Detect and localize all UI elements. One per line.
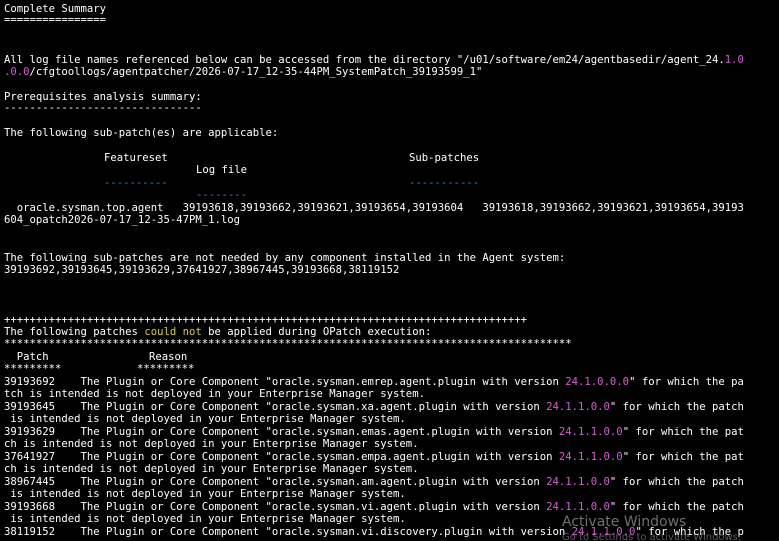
patch-version: 24.1.1.0.0 [546, 476, 610, 488]
patch-line-cont: ch is intended is not deployed in your E… [4, 463, 419, 475]
dash-subpatches: ----------- [409, 177, 480, 189]
could-not-highlight: could not [144, 326, 202, 338]
applicable-line: The following sub-patch(es) are applicab… [4, 127, 279, 139]
patch-line-cont: is intended is not deployed in your Ente… [4, 513, 406, 525]
patch-version: 24.1.1.0.0 [558, 426, 623, 438]
not-needed-line: The following sub-patches are not needed… [4, 252, 566, 264]
activate-windows-watermark: Activate Windows [562, 514, 687, 530]
patch-line-cont: tch is intended is not deployed in your … [4, 388, 425, 400]
patch-line: 39193629 The Plugin or Core Component "o… [4, 426, 744, 438]
patch-line: 37641927 The Plugin or Core Component "o… [4, 451, 744, 463]
activate-windows-subtitle: Go to Settings to activate Windows. [562, 532, 742, 541]
patch-version: 24.1.1.0.0 [558, 451, 623, 463]
patch-version: 24.1.0.0.0 [565, 376, 630, 388]
subpatch-row-cont: 604_opatch2026-07-17_12-35-47PM_1.log [4, 214, 240, 226]
col-subpatches: Sub-patches [409, 152, 480, 164]
dir-version-highlight: 1.0 [724, 54, 744, 66]
star-reason: ********* [137, 363, 195, 375]
dir-version-highlight-cont: .0.0 [4, 66, 30, 78]
star-patch: ********* [4, 363, 62, 375]
prereq-rule: ------------------------------- [4, 102, 202, 114]
dash-featureset: ---------- [104, 177, 168, 189]
col-logfile: Log file [196, 164, 248, 176]
terminal-window[interactable]: Complete Summary ================ All lo… [0, 0, 779, 541]
patch-version: 24.1.1.0.0 [546, 401, 610, 413]
col-reason: Reason [149, 351, 188, 363]
log-directory-line: All log file names referenced below can … [4, 54, 744, 66]
failed-patches-line: The following patches could not be appli… [4, 326, 432, 338]
log-directory-line-cont: .0.0/cfgtoollogs/agentpatcher/2026-07-17… [4, 66, 483, 78]
patch-line-cont: is intended is not deployed in your Ente… [4, 413, 406, 425]
patch-line-cont: is intended is not deployed in your Ente… [4, 488, 406, 500]
dash-logfile: -------- [196, 189, 248, 201]
patch-version: 24.1.1.0.0 [546, 501, 610, 513]
subpatch-row: oracle.sysman.top.agent 39193618,3919366… [4, 202, 744, 214]
col-patch: Patch [4, 351, 49, 363]
patch-line: 39193692 The Plugin or Core Component "o… [4, 376, 744, 388]
patch-line: 38967445 The Plugin or Core Component "o… [4, 476, 744, 488]
summary-rule: ================ [4, 14, 107, 26]
patch-line: 39193668 The Plugin or Core Component "o… [4, 501, 744, 513]
plus-rule: ++++++++++++++++++++++++++++++++++++++++… [4, 314, 527, 326]
not-needed-list: 39193692,39193645,39193629,37641927,3896… [4, 264, 400, 276]
patch-line: 39193645 The Plugin or Core Component "o… [4, 401, 744, 413]
star-rule: ****************************************… [4, 338, 572, 350]
patch-line-cont: ch is intended is not deployed in your E… [4, 438, 419, 450]
col-featureset: Featureset [104, 152, 168, 164]
